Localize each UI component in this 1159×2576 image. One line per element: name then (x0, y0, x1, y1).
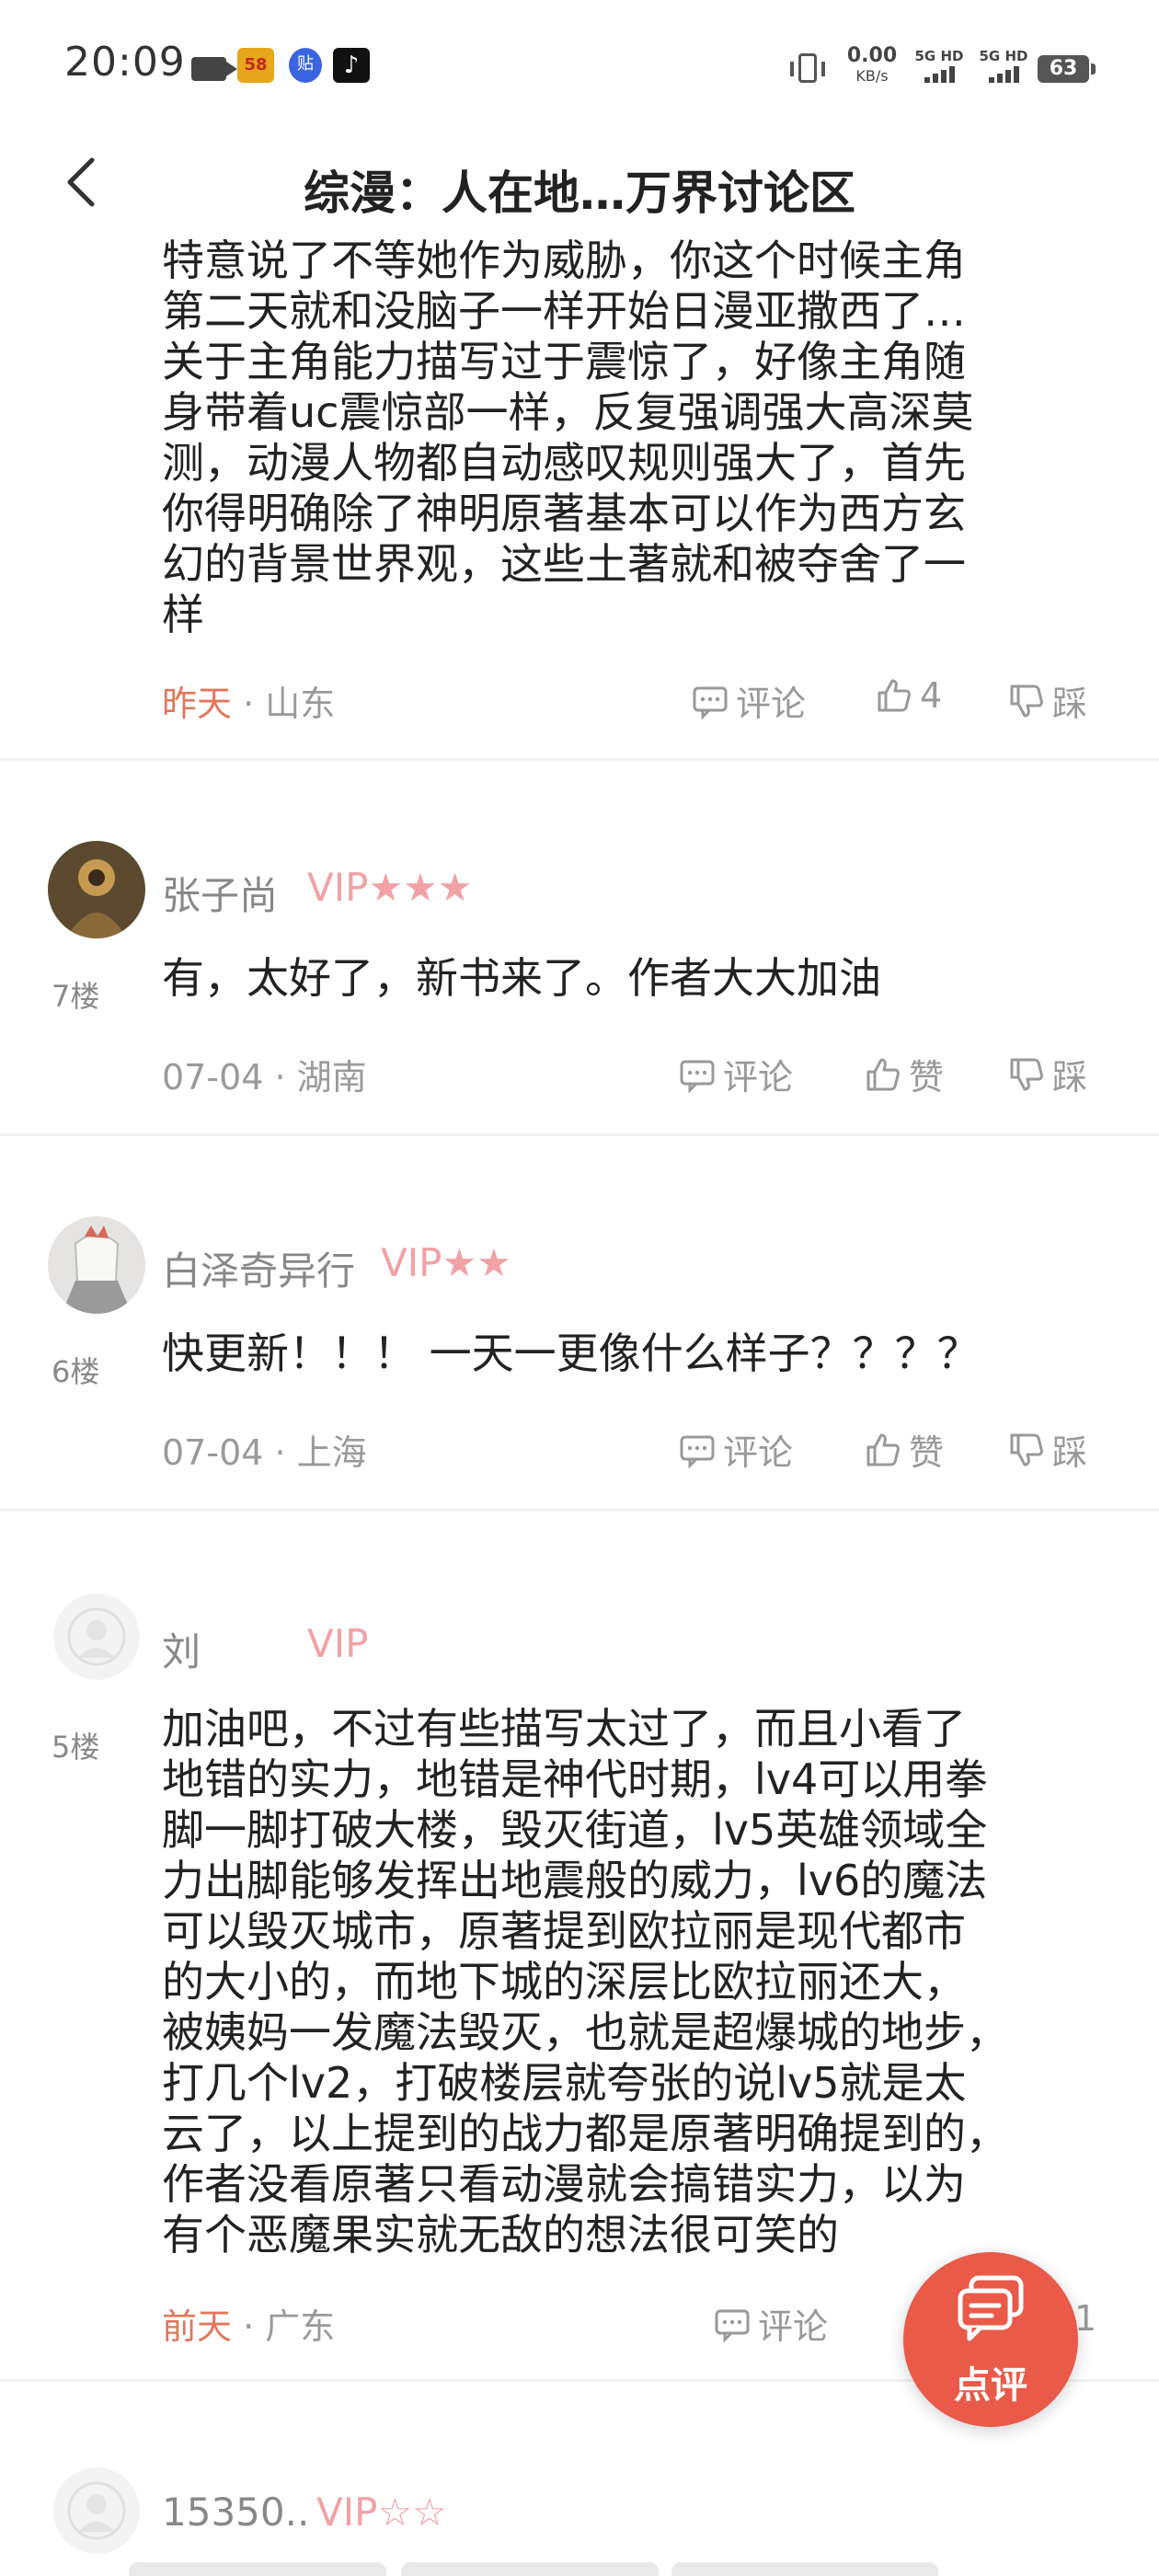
comment-body: 加油吧，不过有些描写太过了，而且小看了 地错的实力，地错是神代时期，lv4可以用… (162, 1704, 1008, 2260)
comment-date: 昨天 (162, 684, 233, 724)
thumbs-up-icon (878, 679, 911, 712)
avatar[interactable] (53, 1593, 140, 1680)
partial-card (401, 2562, 659, 2576)
reply-button[interactable]: 评论 (679, 1424, 793, 1475)
reply-button[interactable]: 评论 (692, 675, 806, 726)
signal-sim2-label: 5G HD (979, 48, 1028, 64)
vip-badge: VIP★★ (381, 1240, 511, 1285)
divider (0, 1509, 1159, 1512)
comment-meta: 07-04 · 湖南 (162, 1057, 367, 1098)
thumbs-down-icon (1010, 1433, 1043, 1466)
comment-icon (680, 1435, 715, 1468)
signal-sim1-icon: 5G HD (909, 48, 970, 88)
vip-badge: VIP★★★ (307, 865, 473, 910)
page-title: 综漫：人在地…万界讨论区 (304, 167, 855, 220)
signal-sim2-icon: 5G HD (973, 48, 1034, 88)
thumbs-down-icon (1010, 684, 1043, 717)
avatar[interactable] (53, 2467, 140, 2554)
vip-badge: VIP☆☆ (316, 2490, 447, 2535)
comment-location: · 广东 (243, 2306, 336, 2347)
reply-label: 评论 (736, 684, 807, 724)
dislike-label: 踩 (1052, 1432, 1088, 1473)
divider (0, 1133, 1159, 1136)
floor-number: 5楼 (52, 1730, 100, 1765)
comment-location: · 山东 (243, 684, 336, 724)
comment-icon (715, 2309, 750, 2342)
like-label: 赞 (909, 1432, 945, 1473)
network-speed-value: 0.00 (846, 44, 898, 67)
review-fab-label: 点评 (954, 2364, 1027, 2407)
like-button[interactable]: 赞 (865, 1049, 944, 1099)
like-button[interactable]: 4 (876, 675, 942, 716)
username[interactable]: 白泽奇异行 (162, 1240, 355, 1296)
username[interactable]: 15350.. (162, 2490, 309, 2535)
screen: 20:09 58 贴 ♪ 0.00 KB/s 5G HD 5G HD 63 综漫… (0, 0, 1159, 2576)
video-recording-icon (191, 57, 237, 81)
comment-body: 有，太好了，新书来了。作者大大加油 (162, 953, 881, 1003)
comment-icon (693, 686, 728, 719)
comment-meta: 前天 · 广东 (162, 2298, 335, 2349)
floor-number: 6楼 (52, 1354, 100, 1389)
like-count: 4 (920, 675, 943, 716)
partial-card (671, 2562, 938, 2576)
app-tieba-icon: 贴 (289, 48, 322, 83)
reply-label: 评论 (758, 2306, 829, 2347)
signal-sim1-label: 5G HD (914, 48, 964, 64)
status-time: 20:09 (64, 39, 186, 86)
back-arrow-icon[interactable] (57, 155, 112, 210)
thumbs-up-icon (866, 1433, 900, 1466)
reply-button[interactable]: 评论 (679, 1049, 793, 1099)
review-fab-button[interactable]: 点评 (903, 2252, 1078, 2427)
reply-button[interactable]: 评论 (714, 2298, 828, 2349)
thumbs-down-icon (1010, 1058, 1043, 1090)
comment-icon (680, 1060, 715, 1093)
dislike-button[interactable]: 踩 (1008, 1049, 1087, 1099)
chat-bubbles-icon (958, 2275, 1024, 2341)
status-bar: 20:09 58 贴 ♪ 0.00 KB/s 5G HD 5G HD 63 (0, 0, 1159, 138)
floor-number: 7楼 (52, 979, 100, 1014)
like-button[interactable]: 赞 (865, 1424, 944, 1475)
reply-label: 评论 (723, 1057, 794, 1098)
partial-card (129, 2562, 386, 2576)
dislike-label: 踩 (1052, 684, 1088, 724)
network-speed-unit: KB/s (855, 67, 889, 85)
comment-date: 前天 (162, 2306, 233, 2347)
reply-label: 评论 (723, 1432, 794, 1473)
avatar[interactable] (48, 841, 145, 938)
vibrate-icon (790, 53, 825, 83)
dislike-button[interactable]: 踩 (1008, 675, 1087, 726)
app-tiktok-icon: ♪ (333, 48, 370, 83)
network-speed: 0.00 KB/s (844, 46, 900, 86)
dislike-label: 踩 (1052, 1057, 1088, 1098)
divider (0, 758, 1159, 761)
dislike-button[interactable]: 踩 (1008, 1424, 1087, 1475)
comment-meta: 07-04 · 上海 (162, 1432, 367, 1473)
comment-meta: 昨天 · 山东 (162, 675, 335, 726)
battery-icon: 63 (1038, 55, 1096, 83)
username[interactable]: 张子尚 (162, 865, 278, 921)
username[interactable]: 刘 (162, 1621, 201, 1677)
comment-body: 特意说了不等她作为威胁，你这个时候主角 第二天就和没脑子一样开始日漫亚撒西了… … (162, 236, 974, 639)
thumbs-up-icon (866, 1058, 900, 1090)
avatar[interactable] (48, 1216, 145, 1314)
app-58-icon: 58 (237, 48, 274, 83)
vip-badge: VIP (307, 1621, 369, 1666)
comment-body: 快更新！！！ 一天一更像什么样子？？？？ (162, 1328, 980, 1378)
like-label: 赞 (909, 1057, 945, 1098)
title-bar: 综漫：人在地…万界讨论区 (0, 138, 1159, 230)
